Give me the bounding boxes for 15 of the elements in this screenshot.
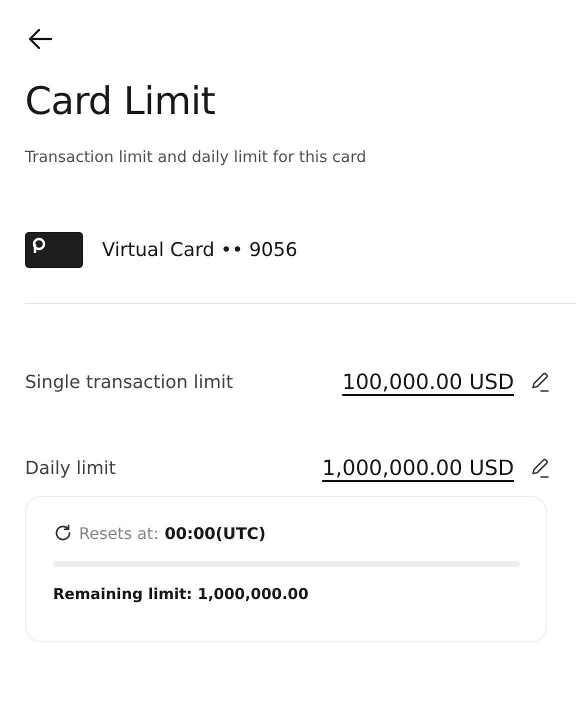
- resets-label: Resets at:: [79, 524, 159, 542]
- limit-label: Single transaction limit: [25, 372, 234, 392]
- page-title: Card Limit: [25, 78, 216, 124]
- card-icon: [25, 232, 83, 268]
- limit-label: Daily limit: [25, 458, 117, 478]
- card-name: Virtual Card •• 9056: [102, 239, 298, 261]
- page-subtitle: Transaction limit and daily limit for this card: [25, 147, 368, 168]
- resets-time: 00:00(UTC): [164, 524, 266, 542]
- back-icon[interactable]: [27, 28, 53, 50]
- refresh-icon: [53, 523, 73, 543]
- edit-icon[interactable]: [530, 372, 550, 392]
- remaining-limit: Remaining limit: 1,000,000.00: [53, 585, 310, 603]
- limit-value[interactable]: 1,000,000.00 USD: [322, 456, 514, 480]
- limit-value[interactable]: 100,000.00 USD: [342, 370, 514, 394]
- edit-icon[interactable]: [530, 458, 550, 478]
